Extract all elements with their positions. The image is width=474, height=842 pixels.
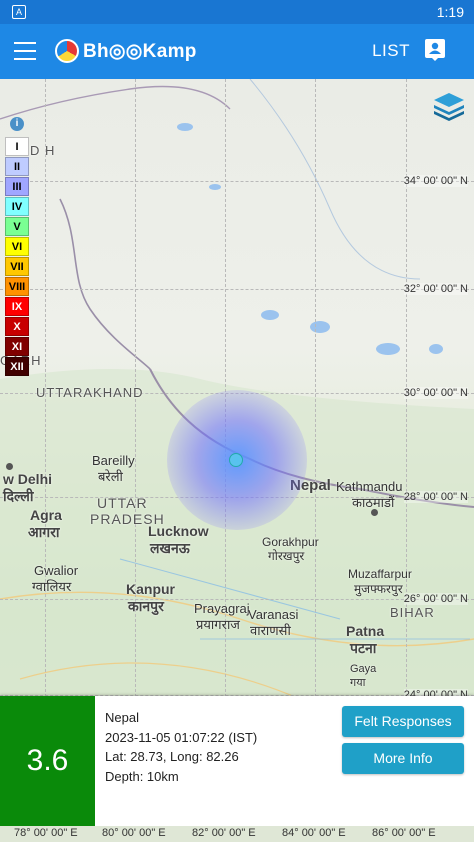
lon-label: 78° 00' 00" E (14, 827, 78, 839)
map-label: UTTAR (97, 495, 148, 511)
map-label: बरेली (98, 469, 123, 484)
map-label: w Delhi (3, 471, 53, 487)
map-label: आगरा (28, 524, 60, 540)
event-latlong: Lat: 28.73, Long: 82.26 (105, 749, 239, 764)
lon-label: 86° 00' 00" E (372, 827, 436, 839)
lon-label: 82° 00' 00" E (192, 827, 256, 839)
map-label: Varanasi (248, 607, 299, 622)
lat-label: 26° 00' 00" N (403, 593, 468, 605)
map-label: Gaya (350, 663, 377, 675)
intensity-level-vii: VII (5, 257, 29, 276)
map-label: Bareilly (92, 453, 135, 468)
intensity-level-i: I (5, 137, 29, 156)
map-label: मुजफ्फरपुर (354, 582, 403, 596)
magnitude-badge: 3.6 (0, 696, 95, 826)
intensity-level-xii: XII (5, 357, 29, 376)
intensity-level-ix: IX (5, 297, 29, 316)
layers-icon[interactable] (432, 89, 466, 123)
brand-logo: Bh◎◎Kamp (55, 38, 197, 64)
event-region: Nepal (105, 710, 139, 725)
map-label: D H (30, 143, 56, 158)
person-pin-icon[interactable] (424, 38, 446, 62)
epicenter-marker[interactable] (229, 453, 243, 467)
map-label: Prayagraj (194, 601, 250, 616)
felt-responses-button[interactable]: Felt Responses (342, 706, 464, 737)
map-label: दिल्ली (3, 488, 34, 504)
map-label: Patna (346, 623, 385, 639)
brand-mark-icon (55, 39, 79, 63)
intensity-level-iv: IV (5, 197, 29, 216)
lat-label: 34° 00' 00" N (403, 175, 468, 187)
map-label: ग्वालियर (32, 579, 72, 594)
city-dot (371, 509, 378, 516)
intensity-level-ii: II (5, 157, 29, 176)
menu-icon[interactable] (14, 42, 36, 60)
map-label: लखनऊ (150, 540, 190, 556)
status-bar: A 1:19 (0, 0, 474, 24)
lon-label: 80° 00' 00" E (102, 827, 166, 839)
app-bar: Bh◎◎Kamp LIST (0, 24, 474, 79)
list-button[interactable]: LIST (372, 41, 410, 61)
more-info-button[interactable]: More Info (342, 743, 464, 774)
map-label: वाराणसी (250, 623, 291, 638)
intensity-level-x: X (5, 317, 29, 336)
intensity-legend: i I II III IV V VI VII VIII IX X XI XII (5, 117, 29, 377)
event-depth: Depth: 10km (105, 768, 179, 784)
notification-icon: A (12, 5, 26, 19)
clock: 1:19 (436, 4, 464, 20)
event-info: Nepal 2023-11-05 01:07:22 (IST) Lat: 28.… (105, 708, 257, 786)
map-label: गोरखपुर (268, 549, 305, 563)
brand-name: Bh◎◎Kamp (83, 40, 197, 62)
map-label: Gwalior (34, 563, 79, 578)
intensity-level-viii: VIII (5, 277, 29, 296)
event-detail-panel: 3.6 Nepal 2023-11-05 01:07:22 (IST) Lat:… (0, 696, 474, 826)
map-label: Kanpur (126, 581, 175, 597)
intensity-level-vi: VI (5, 237, 29, 256)
lon-label: 84° 00' 00" E (282, 827, 346, 839)
map-label: गया (350, 677, 366, 689)
map-label: Kathmandu (336, 479, 403, 494)
lat-label: 30° 00' 00" N (403, 387, 468, 399)
info-icon[interactable]: i (10, 117, 24, 131)
event-datetime: 2023-11-05 01:07:22 (IST) (105, 729, 258, 745)
intensity-level-xi: XI (5, 337, 29, 356)
map-label: प्रयागराज (196, 617, 240, 632)
intensity-level-iii: III (5, 177, 29, 196)
map-label: Lucknow (148, 523, 209, 539)
city-dot (6, 463, 13, 470)
map-label: पटना (350, 640, 377, 656)
intensity-level-v: V (5, 217, 29, 236)
map-label: UTTARAKHAND (36, 385, 144, 400)
map-label: BIHAR (390, 605, 435, 620)
lat-label: 28° 00' 00" N (403, 491, 468, 503)
map-label: कानपुर (128, 598, 164, 614)
lat-label: 32° 00' 00" N (403, 283, 468, 295)
longitude-scale: 78° 00' 00" E 80° 00' 00" E 82° 00' 00" … (0, 826, 474, 842)
map-label: Agra (30, 507, 62, 523)
map-label: Muzaffarpur (348, 567, 412, 581)
